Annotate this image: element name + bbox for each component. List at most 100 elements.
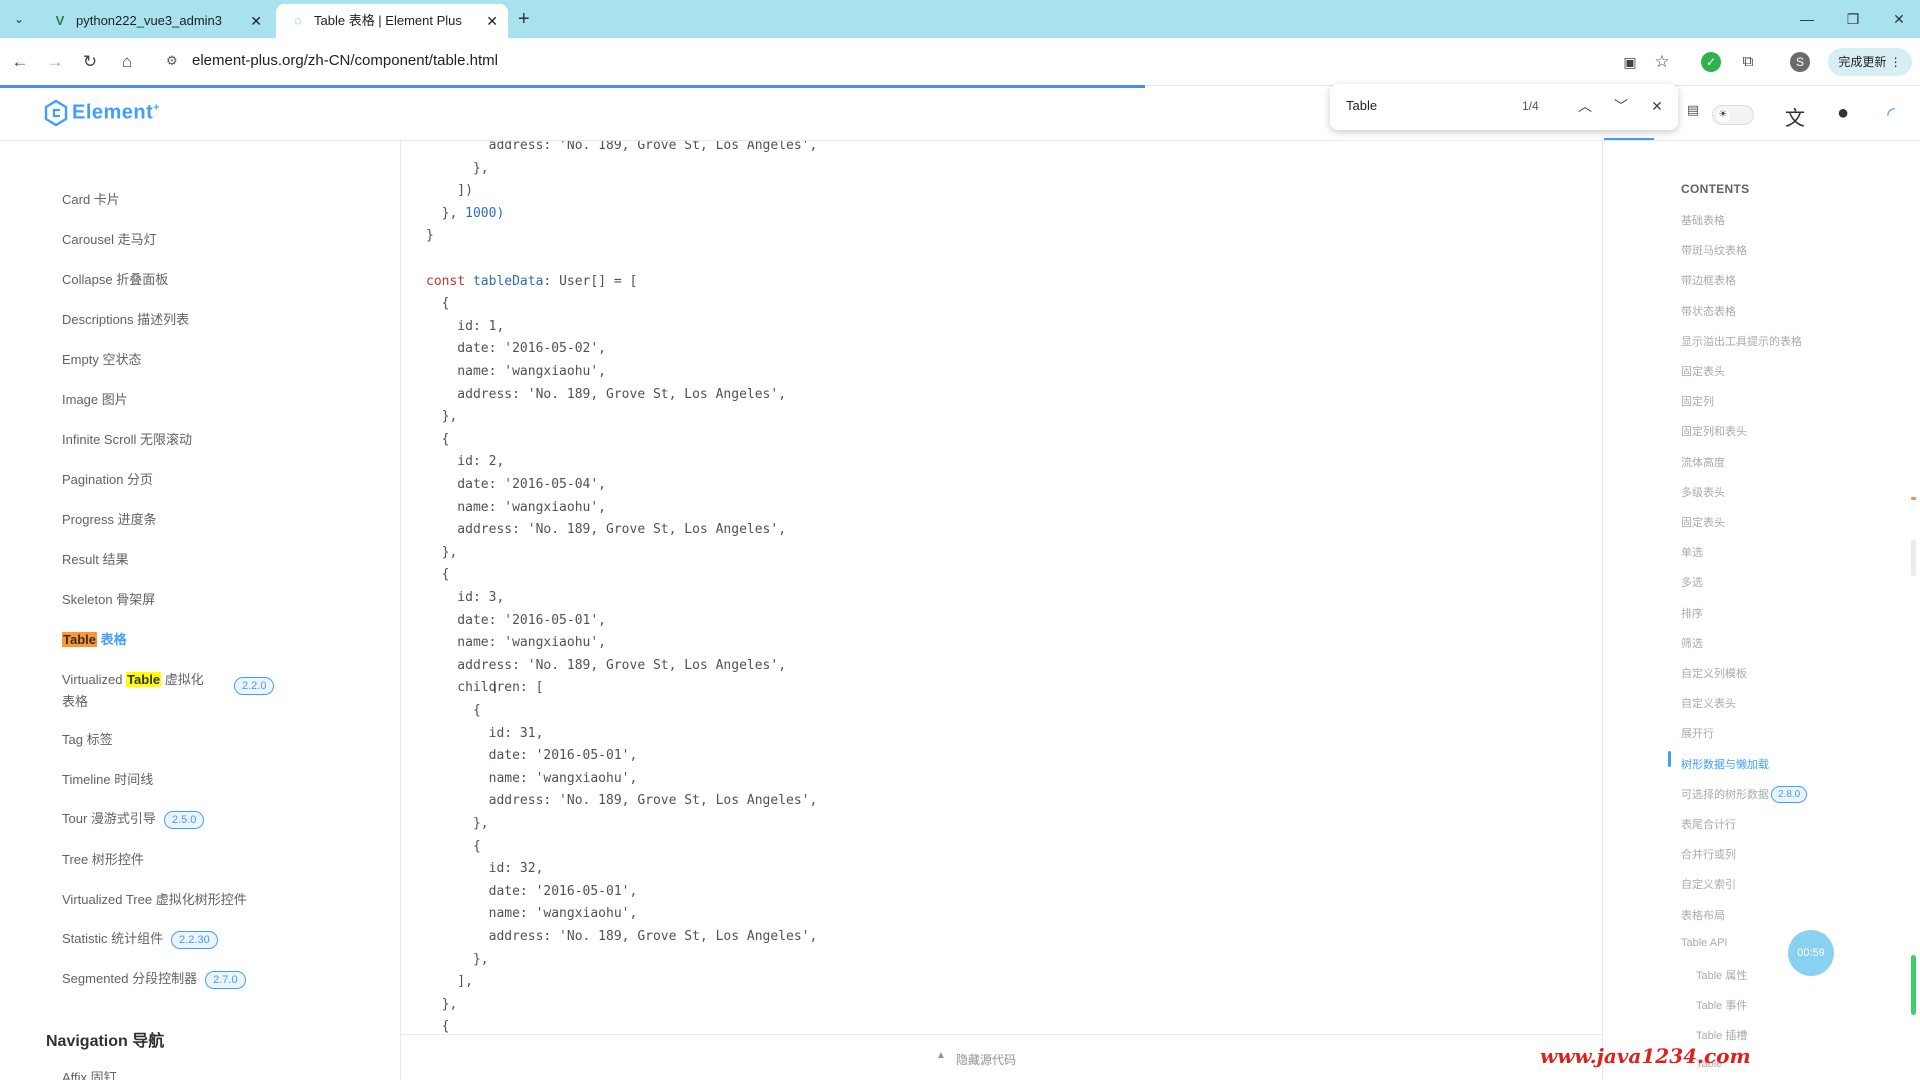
close-tab-icon[interactable]: ✕ [486,4,498,38]
tab-search-chevron-icon[interactable]: ⌄ [8,7,30,31]
sidebar-item-card[interactable]: Card 卡片 [62,189,120,208]
profile-avatar[interactable]: S [1790,52,1810,72]
restore-icon[interactable]: ❐ [1830,0,1876,38]
toc-item[interactable]: 基础表格 [1681,212,1725,228]
toc-item[interactable]: Table API [1681,937,1727,949]
sidebar-item-tag[interactable]: Tag 标签 [62,729,113,748]
sidebar-item-progress[interactable]: Progress 进度条 [62,509,157,528]
code-line: { [426,703,481,718]
toc-item[interactable]: 自定义表头 [1681,695,1736,711]
nav-menu-partial[interactable]: ▤ [1680,102,1706,118]
update-button[interactable]: 完成更新 ⋮ [1828,48,1912,76]
browser-tab-admin[interactable]: Vpython222_vue3_admin3 ✕ [38,4,272,38]
browser-tab-bar: ⌄ Vpython222_vue3_admin3 ✕ ◌ Table 表格 | E… [0,0,1920,38]
toc-item[interactable]: 固定表头 [1681,514,1725,530]
find-next-icon[interactable]: ﹀ [1610,95,1632,117]
sidebar-item-infinite-scroll[interactable]: Infinite Scroll 无限滚动 [62,429,192,448]
toc-item[interactable]: 带边框表格 [1681,272,1736,288]
code-line: } [426,228,434,244]
toc-item[interactable]: 筛选 [1681,635,1703,651]
scrollbar-thumb[interactable] [1911,955,1916,1015]
toc-item[interactable]: 表尾合计行 [1681,816,1736,832]
minimize-icon[interactable]: — [1784,0,1830,38]
sidebar-item-skeleton[interactable]: Skeleton 骨架屏 [62,589,155,608]
sidebar-item-image[interactable]: Image 图片 [62,389,128,408]
url-field[interactable]: ⚙ element-plus.org/zh-CN/component/table… [154,45,1634,79]
sidebar-item-virtualized-table[interactable]: Virtualized Table 虚拟化 2.2.0 表格 [62,669,275,710]
sidebar-item-descriptions[interactable]: Descriptions 描述列表 [62,309,189,328]
toc-item[interactable]: 固定表头 [1681,363,1725,379]
sidebar-item-tour[interactable]: Tour 漫游式引导 2.5.0 [62,808,205,829]
toc-item[interactable]: 树形数据与懒加载 [1681,756,1769,772]
toc-item[interactable]: 排序 [1681,605,1703,621]
close-tab-icon[interactable]: ✕ [250,4,262,38]
sidebar-item-virtualized-tree[interactable]: Virtualized Tree 虚拟化树形控件 [62,889,247,908]
code-line: }, [426,409,458,425]
recording-timer: 00:59 [1788,930,1834,976]
sidebar-item-segmented[interactable]: Segmented 分段控制器 2.7.0 [62,968,246,989]
code-line: address: 'No. 189, Grove St, Los Angeles… [426,522,787,538]
code-block: address: 'No. 189, Grove St, Los Angeles… [402,141,1602,1034]
code-line: }, 1000) [426,205,505,221]
sidebar-item-empty[interactable]: Empty 空状态 [62,349,141,368]
forward-icon[interactable]: → [43,50,67,74]
toc-item[interactable]: 流体高度 [1681,454,1725,470]
browser-tab-element[interactable]: ◌ Table 表格 | Element Plus ✕ [276,4,508,38]
sun-icon: ☀ [1716,108,1730,122]
toc-item[interactable]: 展开行 [1681,725,1714,741]
toc-item[interactable]: 带斑马纹表格 [1681,242,1747,258]
extension-shield-icon[interactable]: ✓ [1701,52,1721,72]
back-icon[interactable]: ← [8,50,32,74]
find-previous-icon[interactable]: ︿ [1574,95,1596,117]
sidebar-item-pagination[interactable]: Pagination 分页 [62,469,153,488]
toc-item[interactable]: 带状态表格 [1681,303,1736,319]
toc-item[interactable]: 自定义索引 [1681,876,1736,892]
toc-item[interactable]: 固定列和表头 [1681,423,1747,439]
toc-item[interactable]: 显示溢出工具提示的表格 [1681,333,1802,349]
github-icon[interactable]: ● [1830,102,1856,125]
sidebar-item-result[interactable]: Result 结果 [62,549,128,568]
toc-item[interactable]: 固定列 [1681,393,1714,409]
dark-mode-toggle[interactable]: ☀ [1712,105,1754,125]
sidebar-item-statistic[interactable]: Statistic 统计组件 2.2.30 [62,928,218,949]
tab-title: Table 表格 | Element Plus [314,13,462,28]
toc-item[interactable]: 可选择的树形数据 2.8.0 [1681,786,1808,804]
reload-icon[interactable]: ↻ [78,50,102,74]
hide-source-label: 隐藏源代码 [956,1053,1017,1067]
sidebar-item-tree[interactable]: Tree 树形控件 [62,849,144,868]
toc-item[interactable]: 合并行或列 [1681,846,1736,862]
code-line: ]) [426,183,473,199]
sidebar-item-timeline[interactable]: Timeline 时间线 [62,769,153,788]
toc-item[interactable]: Table 插槽 [1696,1027,1747,1043]
find-query-input[interactable]: Table [1346,98,1377,113]
toc-item-label: 基础表格 [1681,215,1725,227]
toc-item[interactable]: 多选 [1681,574,1703,590]
sidebar-item-carousel[interactable]: Carousel 走马灯 [62,229,157,248]
sidebar-item-affix[interactable]: Affix 固钉 [62,1067,117,1080]
home-icon[interactable]: ⌂ [115,50,139,74]
close-window-icon[interactable]: ✕ [1876,0,1920,38]
element-logo[interactable]: Element+ [44,100,160,126]
new-tab-icon[interactable]: + [518,6,530,32]
sidebar-item-label: Tree 树形控件 [62,852,144,867]
hide-source-toggle[interactable]: ▲ 隐藏源代码 [402,1034,1602,1080]
toc-item[interactable]: 自定义列模板 [1681,665,1747,681]
loading-spinner-icon: ◜ [1887,104,1895,126]
bookmark-star-icon[interactable]: ☆ [1650,50,1674,74]
toc-item-label: 固定表头 [1681,366,1725,378]
toc-item[interactable]: 单选 [1681,544,1703,560]
site-info-icon[interactable]: ⚙ [166,53,178,69]
find-close-icon[interactable]: ✕ [1646,95,1668,117]
page-translate-icon[interactable]: ▣ [1618,50,1642,74]
toc-item[interactable]: Table 事件 [1696,997,1747,1013]
toc-item[interactable]: 表格布局 [1681,907,1725,923]
toc-item[interactable]: Table 属性 [1696,967,1747,983]
sidebar-item-collapse[interactable]: Collapse 折叠面板 [62,269,168,288]
toc-item-label: 合并行或列 [1681,849,1736,862]
sidebar-item-table[interactable]: Table 表格 [62,629,127,648]
sidebar-item-label: Empty 空状态 [62,352,142,367]
extensions-puzzle-icon[interactable]: ⧉ [1736,50,1760,74]
toc-item[interactable]: 多级表头 [1681,484,1725,500]
toc-item-label: 筛选 [1681,637,1703,650]
language-translate-icon[interactable]: 文 [1782,102,1808,131]
